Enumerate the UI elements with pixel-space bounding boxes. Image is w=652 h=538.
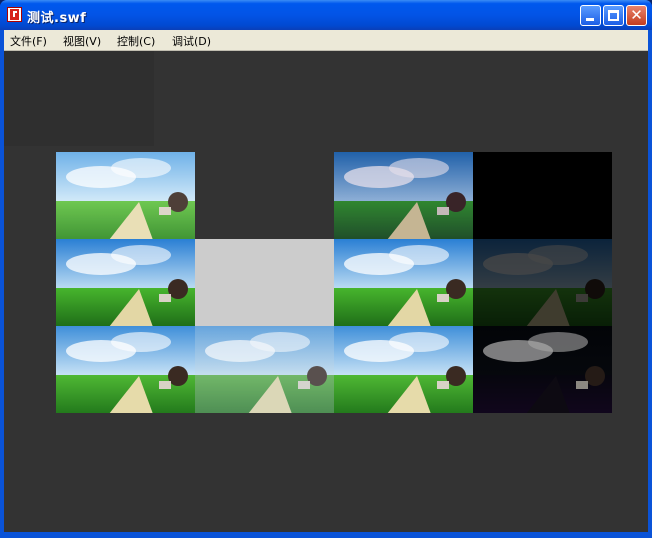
maximize-icon	[608, 10, 619, 21]
menu-file[interactable]: 文件(F)	[10, 33, 47, 49]
close-button[interactable]: ✕	[626, 5, 647, 26]
stage-tile	[334, 326, 473, 413]
stage-tile	[56, 239, 195, 326]
close-icon: ✕	[630, 6, 643, 24]
menu-bar: 文件(F) 视图(V) 控制(C) 调试(D)	[4, 30, 648, 51]
minimize-icon	[586, 18, 594, 21]
flash-stage[interactable]	[4, 51, 648, 532]
stage-tile	[334, 239, 473, 326]
title-bar[interactable]: 测试.swf ✕	[0, 0, 652, 30]
stage-tile	[56, 326, 195, 413]
stage-shadow	[4, 51, 154, 146]
stage-tile	[334, 152, 473, 239]
maximize-button[interactable]	[603, 5, 624, 26]
stage-tile	[195, 152, 334, 239]
stage-tile	[56, 152, 195, 239]
stage-tile	[195, 239, 334, 326]
window-bottom-border	[0, 532, 652, 538]
menu-view[interactable]: 视图(V)	[63, 33, 101, 49]
stage-tile	[195, 326, 334, 413]
stage-tile	[473, 152, 612, 239]
stage-tile	[473, 326, 612, 413]
menu-debug[interactable]: 调试(D)	[172, 33, 211, 49]
window-title: 测试.swf	[27, 11, 87, 26]
stage-tile	[473, 239, 612, 326]
menu-control[interactable]: 控制(C)	[117, 33, 155, 49]
minimize-button[interactable]	[580, 5, 601, 26]
app-window: 测试.swf ✕ 文件(F) 视图(V) 控制(C) 调试(D)	[0, 0, 652, 538]
flash-player-icon[interactable]	[7, 7, 22, 22]
